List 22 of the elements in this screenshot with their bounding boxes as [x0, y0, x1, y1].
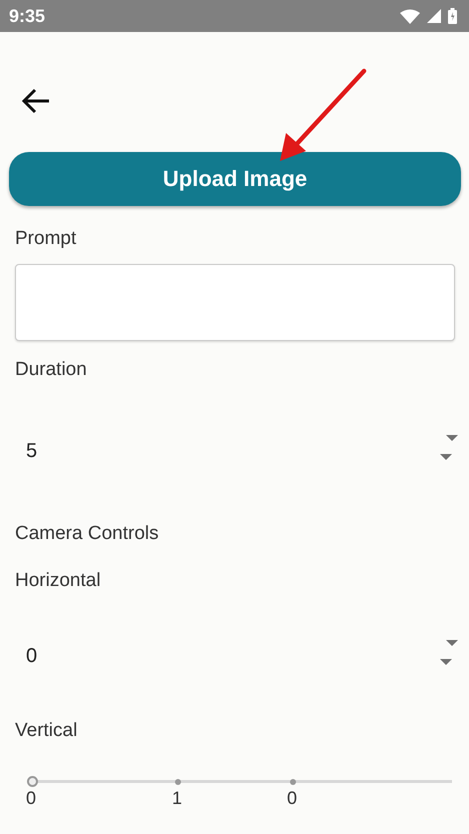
wifi-icon	[400, 8, 420, 24]
spinner-arrows-icon	[440, 640, 458, 666]
field-label: Duration	[15, 359, 88, 381]
upload-image-button[interactable]: Upload Image	[9, 152, 461, 206]
field-label: Horizontal	[15, 570, 102, 592]
tick-mark	[290, 778, 296, 784]
field-label: Prompt	[15, 228, 78, 250]
tick-label: 1	[172, 788, 182, 809]
dropdown[interactable]: 5	[15, 431, 458, 471]
prompt-field[interactable]	[15, 264, 455, 341]
field-label: Vertical	[15, 720, 78, 742]
back-arrow-icon[interactable]	[21, 88, 51, 114]
status-time: 9:35	[9, 6, 46, 26]
tick-label: 0	[26, 788, 36, 809]
slider-thumb[interactable]	[27, 776, 38, 787]
tick-mark	[175, 778, 181, 784]
signal-icon	[427, 9, 441, 23]
section-heading: Camera Controls	[15, 523, 160, 545]
dropdown[interactable]: 0	[15, 636, 458, 676]
tick-label: 0	[287, 788, 298, 809]
spinner-arrows-icon	[440, 435, 458, 461]
battery-icon	[448, 8, 457, 24]
